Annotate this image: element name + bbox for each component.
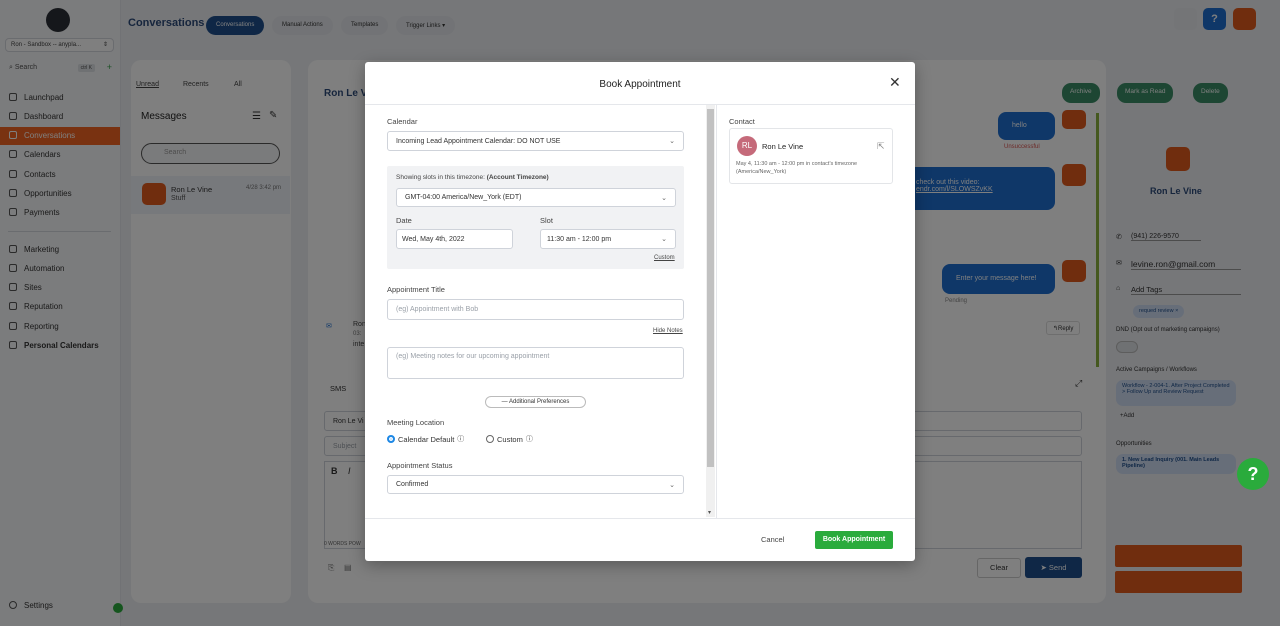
appointment-status-label: Appointment Status	[387, 461, 453, 470]
cancel-button[interactable]: Cancel	[761, 535, 784, 544]
chevron-down-icon: ⌄	[669, 481, 675, 489]
help-fab[interactable]: ?	[1237, 458, 1269, 490]
book-appointment-modal: Book Appointment ✕ Calendar Incoming Lea…	[365, 62, 915, 561]
book-appointment-button[interactable]: Book Appointment	[815, 531, 893, 549]
contact-card-name: Ron Le Vine	[762, 142, 804, 151]
custom-slot-link[interactable]: Custom	[654, 255, 675, 261]
slot-select[interactable]: 11:30 am - 12:00 pm ⌄	[540, 229, 676, 249]
date-field[interactable]: Wed, May 4th, 2022	[396, 229, 513, 249]
info-icon: ⓘ	[457, 436, 465, 443]
appointment-title-label: Appointment Title	[387, 285, 445, 294]
slot-label: Slot	[540, 216, 553, 225]
radio-selected[interactable]	[387, 435, 395, 443]
calendar-select[interactable]: Incoming Lead Appointment Calendar: DO N…	[387, 131, 684, 151]
modal-title: Book Appointment	[599, 79, 681, 90]
hide-notes-link[interactable]: Hide Notes	[653, 328, 683, 334]
notes-placeholder: (eg) Meeting notes for our upcoming appo…	[396, 353, 550, 360]
timezone-section: Showing slots in this timezone: (Account…	[387, 166, 684, 269]
modal-header-divider	[365, 104, 915, 105]
chevron-down-icon: ⌄	[669, 138, 675, 145]
modal-footer-divider	[365, 518, 915, 519]
timezone-label: Showing slots in this timezone: (Account…	[396, 174, 549, 181]
timezone-select[interactable]: GMT-04:00 America/New_York (EDT) ⌄	[396, 188, 676, 207]
minus-icon: —	[501, 399, 509, 405]
contact-section-label: Contact	[729, 117, 755, 126]
scroll-down-icon[interactable]: ▾	[708, 509, 711, 516]
location-option-label: Custom	[497, 434, 523, 444]
timezone-label-bold: (Account Timezone)	[486, 174, 549, 181]
column-divider	[716, 105, 717, 518]
contact-avatar: RL	[737, 136, 757, 156]
notes-textarea[interactable]: (eg) Meeting notes for our upcoming appo…	[387, 347, 684, 379]
contact-card-detail: May 4, 11:30 am - 12:00 pm in contact's …	[736, 161, 858, 175]
calendar-select-value: Incoming Lead Appointment Calendar: DO N…	[396, 137, 561, 145]
additional-preferences-label: Additional Preferences	[508, 399, 570, 405]
meeting-location-label: Meeting Location	[387, 418, 445, 427]
location-option-default[interactable]: Calendar Default ⓘ	[387, 434, 464, 444]
close-icon[interactable]: ✕	[889, 74, 901, 91]
appointment-title-placeholder: (eg) Appointment with Bob	[396, 306, 479, 313]
location-option-custom[interactable]: Custom ⓘ	[486, 434, 533, 444]
radio-unselected[interactable]	[486, 435, 494, 443]
calendar-label: Calendar	[387, 117, 418, 126]
additional-preferences-button[interactable]: — Additional Preferences	[485, 396, 586, 408]
external-link-icon[interactable]: ⇱	[877, 141, 885, 152]
form-scrollbar-thumb[interactable]	[707, 109, 714, 467]
location-option-label: Calendar Default	[398, 434, 455, 444]
timezone-select-value: GMT-04:00 America/New_York (EDT)	[405, 194, 522, 201]
date-field-value: Wed, May 4th, 2022	[402, 235, 465, 243]
appointment-status-select[interactable]: Confirmed ⌄	[387, 475, 684, 494]
timezone-label-text: Showing slots in this timezone:	[396, 174, 485, 181]
chevron-down-icon: ⌄	[661, 194, 667, 202]
appointment-title-input[interactable]: (eg) Appointment with Bob	[387, 299, 684, 320]
chevron-down-icon: ⌄	[661, 236, 667, 243]
contact-card: RL Ron Le Vine ⇱ May 4, 11:30 am - 12:00…	[729, 128, 893, 184]
info-icon: ⓘ	[525, 436, 533, 443]
appointment-status-value: Confirmed	[396, 481, 429, 488]
slot-select-value: 11:30 am - 12:00 pm	[547, 235, 612, 243]
date-label: Date	[396, 216, 412, 225]
